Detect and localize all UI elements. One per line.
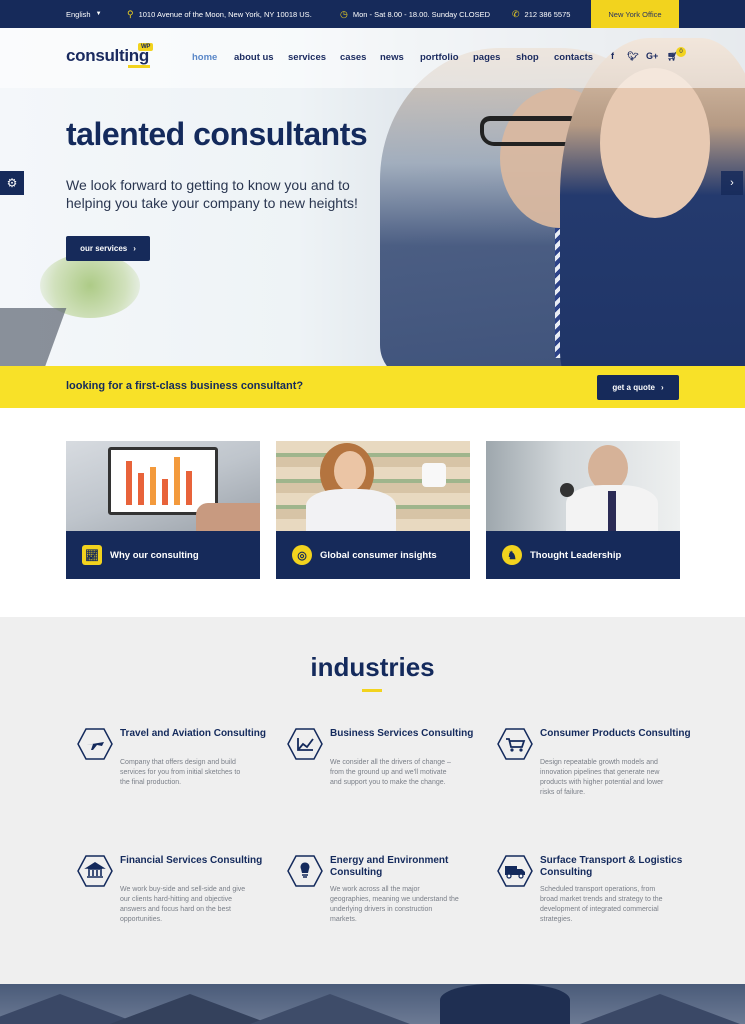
get-a-quote-button[interactable]: get a quote › <box>597 375 679 400</box>
top-bar: English ▼ ⚲ 1010 Avenue of the Moon, New… <box>0 0 745 28</box>
industry-title[interactable]: Surface Transport & Logistics Consulting <box>540 855 700 879</box>
chevron-right-icon: › <box>133 244 136 253</box>
industry-description: We work buy-side and sell-side and give … <box>120 886 246 923</box>
industry-title[interactable]: Consumer Products Consulting <box>540 728 700 740</box>
laptop-chart-image <box>66 441 260 531</box>
office-selector[interactable]: New York Office <box>591 0 679 28</box>
address-text: 1010 Avenue of the Moon, New York, NY 10… <box>138 9 312 19</box>
bank-icon <box>77 855 113 887</box>
card-label-bar: ◎ Global consumer insights <box>276 531 470 579</box>
airplane-icon <box>77 728 113 760</box>
chevron-down-icon: ▼ <box>95 11 102 17</box>
truck-icon <box>497 855 533 887</box>
nav-services[interactable]: services <box>288 52 326 63</box>
clock-icon: ◷ <box>340 8 348 19</box>
location-pin-icon: ⚲ <box>127 8 134 19</box>
logo-text: consulting <box>66 46 149 65</box>
phone-text: 212 386 5575 <box>524 9 571 19</box>
industry-title[interactable]: Financial Services Consulting <box>120 855 280 867</box>
card-global-insights[interactable]: ◎ Global consumer insights <box>276 441 470 579</box>
laptop-image <box>0 308 67 366</box>
businessman-image <box>486 441 680 531</box>
leadership-icon: ♞ <box>502 545 522 565</box>
google-plus-icon[interactable]: G+ <box>646 51 658 61</box>
nav-contacts[interactable]: contacts <box>554 52 593 63</box>
twitter-icon[interactable]: 🐦︎ <box>627 51 638 62</box>
card-title: Why our consulting <box>110 549 199 561</box>
shopper-image <box>276 441 470 531</box>
cart-count-badge: 0 <box>676 47 686 57</box>
hours-text: Mon - Sat 8.00 - 18.00. Sunday CLOSED <box>352 9 491 19</box>
industry-description: We consider all the drivers of change – … <box>330 759 451 786</box>
hours-info: ◷ Mon - Sat 8.00 - 18.00. Sunday CLOSED <box>340 0 490 28</box>
growth-chart-icon <box>287 728 323 760</box>
card-label-bar: ♞ Thought Leadership <box>486 531 680 579</box>
card-why-consulting[interactable]: 📈︎ Why our consulting <box>66 441 260 579</box>
nav-home[interactable]: home <box>192 52 217 63</box>
phone-icon: ✆ <box>512 8 520 19</box>
language-label: English <box>66 9 91 19</box>
hero-subtitle: We look forward to getting to know you a… <box>66 177 358 211</box>
mountain-banner-image <box>0 984 745 1024</box>
presentation-icon: 📈︎ <box>82 545 102 565</box>
industry-title[interactable]: Business Services Consulting <box>330 728 490 740</box>
logo-badge: WP <box>138 43 154 51</box>
logo-underline <box>128 65 150 68</box>
nav-about-us[interactable]: about us <box>234 52 274 63</box>
card-thought-leadership[interactable]: ♞ Thought Leadership <box>486 441 680 579</box>
industry-description: Company that offers design and build ser… <box>120 759 241 786</box>
nav-news[interactable]: news <box>380 52 404 63</box>
chevron-right-icon: › <box>730 177 734 189</box>
industry-description: Design repeatable growth models and inno… <box>540 759 664 796</box>
nav-cases[interactable]: cases <box>340 52 366 63</box>
industry-title[interactable]: Energy and Environment Consulting <box>330 855 490 879</box>
card-label-bar: 📈︎ Why our consulting <box>66 531 260 579</box>
industry-description: We work across all the major geographies… <box>330 886 459 923</box>
industries-title: industries <box>310 652 435 682</box>
site-logo[interactable]: consulting WP <box>66 43 154 68</box>
consultant-face-2 <box>600 68 710 218</box>
nav-pages[interactable]: pages <box>473 52 500 63</box>
industry-title[interactable]: Travel and Aviation Consulting <box>120 728 280 740</box>
slider-next-button[interactable]: › <box>721 171 743 195</box>
card-title: Thought Leadership <box>530 549 622 561</box>
cta-text: looking for a first-class business consu… <box>66 380 304 392</box>
phone-info: ✆ 212 386 5575 <box>512 0 570 28</box>
language-selector[interactable]: English ▼ <box>66 0 102 28</box>
our-services-label: our services <box>80 244 128 253</box>
nav-shop[interactable]: shop <box>516 52 539 63</box>
industry-description: Scheduled transport operations, from bro… <box>540 886 663 923</box>
hero-title: talented consultants <box>66 116 368 152</box>
title-underline <box>362 689 382 692</box>
our-services-button[interactable]: our services › <box>66 236 150 261</box>
card-title: Global consumer insights <box>320 549 437 561</box>
chevron-right-icon: › <box>661 383 664 392</box>
gear-icon[interactable]: ⚙ <box>0 171 24 195</box>
get-a-quote-label: get a quote <box>612 383 655 392</box>
address-info: ⚲ 1010 Avenue of the Moon, New York, NY … <box>127 0 312 28</box>
light-bulb-icon <box>287 855 323 887</box>
shopping-cart-icon <box>497 728 533 760</box>
nav-portfolio[interactable]: portfolio <box>420 52 459 63</box>
facebook-icon[interactable]: f <box>611 51 614 61</box>
globe-icon: ◎ <box>292 545 312 565</box>
